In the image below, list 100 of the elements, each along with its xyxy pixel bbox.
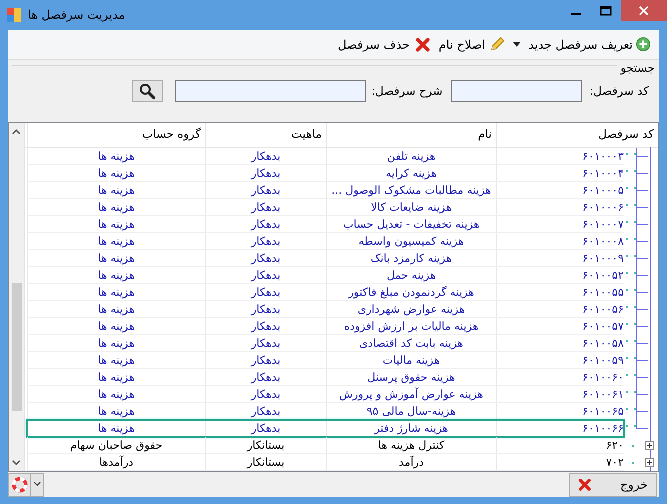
field-label: کد سرفصل: <box>590 84 649 98</box>
table-cell: هزینه کرایه <box>326 165 496 181</box>
table-row[interactable]: ۶۲۰ کنترل هزینه ها بستانکار حقوق صاحبان سهام <box>27 437 624 454</box>
table-cell: هزینه ها <box>27 250 205 266</box>
table-row[interactable]: ۶۰۱۰۰۰۴ هزینه کرایه بدهکار هزینه ها <box>27 165 624 182</box>
table-cell: هزینه عوارض آموزش و پرورش <box>326 386 496 402</box>
toolbar-item[interactable]: تعریف سرفصل جدید <box>528 38 633 52</box>
table-cell: ۶۰۱۰۰۰۹ <box>496 250 624 266</box>
table-cell: ۶۰۱۰۰۵۸ <box>496 335 624 351</box>
field-label: شرح سرفصل: <box>372 84 443 98</box>
table-cell: هزینه ها <box>27 369 205 385</box>
table-cell: بدهکار <box>205 420 326 436</box>
table-cell: هزینه تلفن <box>326 148 496 164</box>
table-cell: ۶۰۱۰۰۶۶ <box>496 420 624 436</box>
table-cell: حقوق صاحبان سهام <box>27 437 205 453</box>
table-cell: هزینه مالیات <box>326 352 496 368</box>
table-cell: بدهکار <box>205 284 326 300</box>
table-cell: بدهکار <box>205 369 326 385</box>
table-cell: ۶۰۱۰۰۶۵ <box>496 403 624 419</box>
column-header[interactable]: ماهیت <box>205 123 326 147</box>
table-cell: بدهکار <box>205 386 326 402</box>
table-cell: کنترل هزینه ها <box>326 437 496 453</box>
table-cell: ۶۰۱۰۰۰۶ <box>496 199 624 215</box>
table-row[interactable]: ۶۰۱۰۰۵۶ هزینه عوارض شهرداری بدهکار هزینه ها <box>27 301 624 318</box>
table-cell: ۶۰۱۰۰۵۷ <box>496 318 624 334</box>
table-cell: هزینه عوارض شهرداری <box>326 301 496 317</box>
table-cell: ۶۰۱۰۰۵۲ <box>496 267 624 283</box>
table-row[interactable]: ۶۰۱۰۰۰۵ هزینه مطالبات مشکوک الوصول ... بدهکار هزینه ها <box>27 182 624 199</box>
table-cell: هزینه ها <box>27 267 205 283</box>
table-cell: بستانکار <box>205 437 326 453</box>
toolbar-item[interactable]: حذف سرفصل <box>338 38 410 52</box>
table-cell: ۶۰۱۰۰۰۷ <box>496 216 624 232</box>
table-cell: بدهکار <box>205 267 326 283</box>
table-row[interactable]: ۶۰۱۰۰۰۷ هزینه تخفیفات - تعدیل حساب بدهکار هزینه ها <box>27 216 624 233</box>
column-header[interactable]: نام <box>326 123 496 147</box>
table-cell: هزینه شارژ دفتر <box>326 420 496 436</box>
table-cell: هزینه ها <box>27 233 205 249</box>
table-cell: هزینه ها <box>27 301 205 317</box>
table-cell: هزینه ها <box>27 284 205 300</box>
table-row[interactable]: ۶۰۱۰۰۶۰ هزینه حقوق پرسنل بدهکار هزینه ها <box>27 369 624 386</box>
table-cell: درآمد <box>326 454 496 470</box>
table-cell: بدهکار <box>205 199 326 215</box>
table-cell: هزینه گردنمودن مبلغ فاکتور <box>326 284 496 300</box>
table-row[interactable]: ۶۰۱۰۰۰۸ هزینه کمیسیون واسطه بدهکار هزینه ها <box>27 233 624 250</box>
column-header[interactable]: گروه حساب <box>27 123 205 147</box>
table-row[interactable]: ۶۰۱۰۰۵۵ هزینه گردنمودن مبلغ فاکتور بدهکار هزینه ها <box>27 284 624 301</box>
table-cell: بدهکار <box>205 335 326 351</box>
table-cell: ۶۰۱۰۰۰۸ <box>496 233 624 249</box>
table-cell: هزینه ها <box>27 403 205 419</box>
table-cell: هزینه ها <box>27 148 205 164</box>
table-cell: هزینه بابت کد اقتصادی <box>326 335 496 351</box>
window-title: مدیریت سرفصل ها <box>28 8 126 22</box>
table-cell: هزینه ها <box>27 352 205 368</box>
column-header[interactable]: کد سرفصل <box>496 123 658 147</box>
toolbar-item[interactable]: اصلاح نام <box>438 38 486 52</box>
table-row[interactable]: ۶۰۱۰۰۶۵ هزینه-سال مالی ۹۵ بدهکار هزینه ها <box>27 403 624 420</box>
table-cell: ۶۲۰ <box>496 437 624 453</box>
table-row[interactable]: ۶۰۱۰۰۶۶ هزینه شارژ دفتر بدهکار هزینه ها <box>27 420 624 437</box>
table-cell: بدهکار <box>205 233 326 249</box>
table-row[interactable]: ۶۰۱۰۰۰۶ هزینه ضایعات کالا بدهکار هزینه ها <box>27 199 624 216</box>
table-cell: بدهکار <box>205 216 326 232</box>
table-cell: ۶۰۱۰۰۶۰ <box>496 369 624 385</box>
table-cell: هزینه ها <box>27 165 205 181</box>
table-row[interactable]: ۶۰۱۰۰۵۹ هزینه مالیات بدهکار هزینه ها <box>27 352 624 369</box>
table-cell: هزینه ها <box>27 420 205 436</box>
table-row[interactable]: ۶۰۱۰۰۰۳ هزینه تلفن بدهکار هزینه ها <box>27 148 624 165</box>
table-cell: هزینه حمل <box>326 267 496 283</box>
table-cell: بدهکار <box>205 165 326 181</box>
table-cell: بستانکار <box>205 454 326 470</box>
table-cell: هزینه ها <box>27 182 205 198</box>
group-title: جستجو <box>620 61 655 75</box>
table-cell: ۶۰۱۰۰۰۴ <box>496 165 624 181</box>
table-cell: ۷۰۲ <box>496 454 624 470</box>
table-cell: ۶۰۱۰۰۵۵ <box>496 284 624 300</box>
table-cell: درآمدها <box>27 454 205 470</box>
table-cell: هزینه کارمزد بانک <box>326 250 496 266</box>
table-row[interactable]: ۶۰۱۰۰۰۹ هزینه کارمزد بانک بدهکار هزینه ها <box>27 250 624 267</box>
table-cell: هزینه ضایعات کالا <box>326 199 496 215</box>
table-cell: بدهکار <box>205 301 326 317</box>
table-cell: ۶۰۱۰۰۵۹ <box>496 352 624 368</box>
table-cell: ۶۰۱۰۰۰۵ <box>496 182 624 198</box>
table-row[interactable]: ۶۰۱۰۰۵۲ هزینه حمل بدهکار هزینه ها <box>27 267 624 284</box>
table-cell: هزینه ها <box>27 318 205 334</box>
table-cell: بدهکار <box>205 250 326 266</box>
table-row[interactable]: ۶۰۱۰۰۶۱ هزینه عوارض آموزش و پرورش بدهکار هزینه ها <box>27 386 624 403</box>
table-cell: هزینه مطالبات مشکوک الوصول ... <box>326 182 496 198</box>
table-cell: بدهکار <box>205 148 326 164</box>
table-cell: ۶۰۱۰۰۵۶ <box>496 301 624 317</box>
table-cell: هزینه ها <box>27 216 205 232</box>
table-cell: هزینه ها <box>27 386 205 402</box>
table-row[interactable]: ۶۰۱۰۰۵۸ هزینه بابت کد اقتصادی بدهکار هزینه ها <box>27 335 624 352</box>
table-cell: هزینه ها <box>27 335 205 351</box>
table-row[interactable]: ۶۰۱۰۰۵۷ هزینه مالیات بر ارزش افزوده بدهکار هزینه ها <box>27 318 624 335</box>
table-cell: هزینه تخفیفات - تعدیل حساب <box>326 216 496 232</box>
table-cell: بدهکار <box>205 318 326 334</box>
table-cell: ۶۰۱۰۰۰۳ <box>496 148 624 164</box>
table-row[interactable]: ۷۰۲ درآمد بستانکار درآمدها <box>27 454 624 471</box>
exit-button[interactable]: خروج <box>569 472 657 496</box>
table-cell: هزینه-سال مالی ۹۵ <box>326 403 496 419</box>
table-cell: بدهکار <box>205 403 326 419</box>
